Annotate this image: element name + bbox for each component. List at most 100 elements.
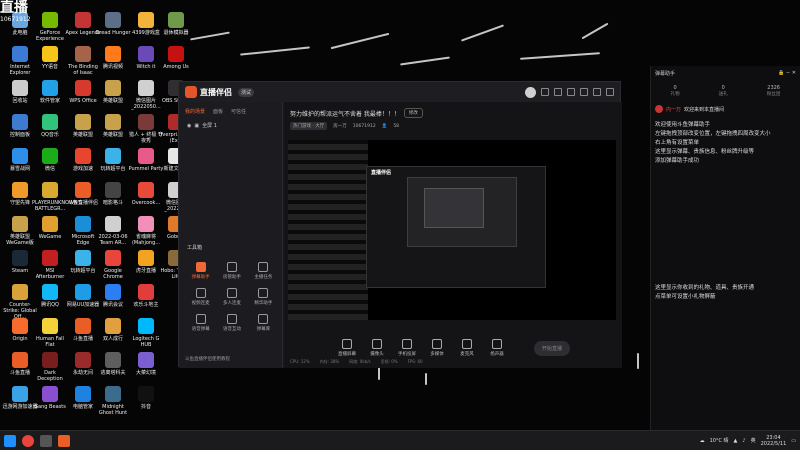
microphone-button[interactable]: 麦克风	[456, 339, 478, 357]
tool-button[interactable]: 语音弹幕	[185, 314, 216, 332]
room-category[interactable]: 热门游戏 · 大厅	[290, 122, 328, 130]
weather-text[interactable]: 10°C 晴	[710, 437, 729, 444]
desktop-icon[interactable]: MSI Afterburner	[32, 250, 68, 280]
explorer-icon[interactable]	[40, 434, 52, 447]
desktop-icon[interactable]: 欢乐斗地主	[128, 284, 164, 308]
app-icon	[42, 386, 58, 402]
desktop-icon[interactable]: 双人成行	[95, 318, 131, 342]
desktop-icon[interactable]: 大菜幻境	[128, 352, 164, 376]
chat-window-controls[interactable]: 🔒 − ✕	[778, 70, 796, 77]
desktop-icon[interactable]: Human Fall Flat	[32, 318, 68, 348]
app-icon	[12, 216, 28, 232]
tool-button[interactable]: 精华助手	[248, 288, 279, 306]
desktop-icon-label: PLAYERUNKNOWN'S BATTLEGR...	[32, 200, 83, 212]
desktop-icon[interactable]: 玩转超平台	[95, 148, 131, 172]
tool-icon	[258, 314, 269, 324]
app-icon	[75, 216, 91, 232]
app-icon	[42, 148, 58, 164]
desktop-icon[interactable]: 2022-03-06 Team AR...	[95, 216, 131, 246]
app-icon	[105, 114, 121, 130]
clock[interactable]: 23:04 2022/5/11	[761, 435, 787, 447]
eye-icon: ◉	[187, 122, 192, 129]
tool-button[interactable]: 多人连麦	[216, 288, 247, 306]
desktop-icon[interactable]: 腾讯视频	[95, 46, 131, 70]
phone-cast-button[interactable]: 手机投屏	[396, 339, 418, 357]
minimize-icon[interactable]	[580, 88, 588, 96]
app-icon	[75, 114, 91, 130]
tool-button[interactable]: 房管助手	[216, 262, 247, 280]
tutorial-link[interactable]: 斗鱼直播伴侣使用教程	[185, 356, 230, 362]
speaker-button[interactable]: 扬声器	[486, 339, 508, 357]
chat-message: 欢迎使用斗鱼弹幕助手	[655, 122, 711, 128]
status-fps: FPS: 60	[407, 359, 423, 364]
desktop-icon[interactable]: 退休模拟器	[158, 12, 194, 36]
app-icon	[105, 352, 121, 368]
tool-button[interactable]: 弹幕助手	[185, 262, 216, 280]
menu-icon[interactable]	[567, 88, 575, 96]
desktop-icon-label: QQ音乐	[41, 132, 59, 138]
tool-button[interactable]: 弹幕库	[248, 314, 279, 332]
avatar[interactable]	[525, 86, 536, 98]
network-icon[interactable]: ▲	[734, 438, 738, 444]
desktop-icon[interactable]: Logitech G HUB	[128, 318, 164, 348]
tool-button[interactable]: 主播任务	[248, 262, 279, 280]
desktop-icon[interactable]: Dread Hunger	[95, 12, 131, 36]
edit-title-button[interactable]: 修改	[403, 108, 423, 118]
chat-header[interactable]: 弹幕助手 🔒 − ✕	[651, 66, 800, 81]
tab-trusted[interactable]: 可信任	[231, 108, 246, 115]
settings-icon[interactable]	[554, 88, 562, 96]
media-icon	[432, 339, 442, 349]
desktop-icon[interactable]: 微信	[32, 148, 68, 172]
gift-message: 点菜单可设置小礼物屏蔽	[655, 294, 716, 300]
desktop-icon[interactable]: 英雄联盟	[95, 114, 131, 138]
app-icon	[105, 12, 121, 28]
status-memory: 内存: 38%	[319, 358, 340, 364]
app-icon	[105, 46, 121, 62]
desktop-icon[interactable]: Dark Deception	[32, 352, 68, 382]
desktop-icon[interactable]: 腾讯会议	[95, 284, 131, 308]
desktop-icon[interactable]: Midnight Ghost Hunt	[95, 386, 131, 416]
scene-item[interactable]: ◉ ▣ 全屏 1	[179, 119, 282, 132]
desktop-icon[interactable]: 英雄联盟	[95, 80, 131, 104]
close-icon[interactable]	[606, 88, 614, 96]
skin-icon[interactable]	[541, 88, 549, 96]
preview-nested-window	[407, 177, 517, 247]
tool-button[interactable]: 视频连麦	[185, 288, 216, 306]
media-button[interactable]: 多媒体	[426, 339, 448, 357]
desktop-icon[interactable]: Among Us	[158, 46, 194, 70]
start-icon[interactable]	[4, 434, 16, 447]
maximize-icon[interactable]	[593, 88, 601, 96]
desktop-icon[interactable]: YY语音	[32, 46, 68, 70]
streaming-app-icon[interactable]	[58, 434, 70, 447]
welcome-user[interactable]: 内一万	[666, 106, 681, 113]
desktop-icon[interactable]: Gang Beasts	[32, 386, 68, 410]
camera-button[interactable]: 摄像头	[366, 339, 388, 357]
version-badge[interactable]: 测试	[238, 87, 255, 97]
app-icon	[105, 386, 121, 402]
app-titlebar[interactable]: 直播伴侣 测试	[179, 82, 620, 102]
stream-preview[interactable]: 直播伴侣	[288, 140, 616, 320]
screen-capture-button[interactable]: 直播屏幕	[336, 339, 358, 357]
tab-scenes[interactable]: 我的场景	[185, 108, 205, 115]
notification-icon[interactable]: ▭	[791, 438, 796, 444]
desktop-icon[interactable]: 软件管家	[32, 80, 68, 104]
app-icon	[12, 114, 28, 130]
desktop-icon-label: 大菜幻境	[135, 370, 156, 376]
app-icon	[105, 318, 121, 334]
input-language[interactable]: 英	[751, 437, 756, 444]
desktop-icon[interactable]: PLAYERUNKNOWN'S BATTLEGR...	[32, 182, 83, 212]
room-title-row: 努力维护的帮派运气不舍着 我最棒！！！ 修改	[284, 102, 622, 120]
chrome-icon[interactable]	[22, 434, 34, 447]
desktop-icon[interactable]: 抖音	[128, 386, 164, 410]
desktop-icon[interactable]: Google Chrome	[95, 250, 131, 280]
decor-streak	[400, 56, 450, 66]
desktop-icon[interactable]: 腾讯QQ	[32, 284, 68, 308]
desktop-icon[interactable]: WeGame	[32, 216, 68, 240]
tool-button[interactable]: 语音互动	[216, 314, 247, 332]
desktop-icon[interactable]: 逃离塔科夫	[95, 352, 131, 376]
volume-icon[interactable]: ♪	[742, 438, 745, 444]
desktop-icon[interactable]: 暗影格斗	[95, 182, 131, 206]
tab-panel[interactable]: 面板	[213, 108, 223, 115]
start-stream-button[interactable]: 开始直播	[533, 340, 570, 356]
desktop-icon[interactable]: QQ音乐	[32, 114, 68, 138]
